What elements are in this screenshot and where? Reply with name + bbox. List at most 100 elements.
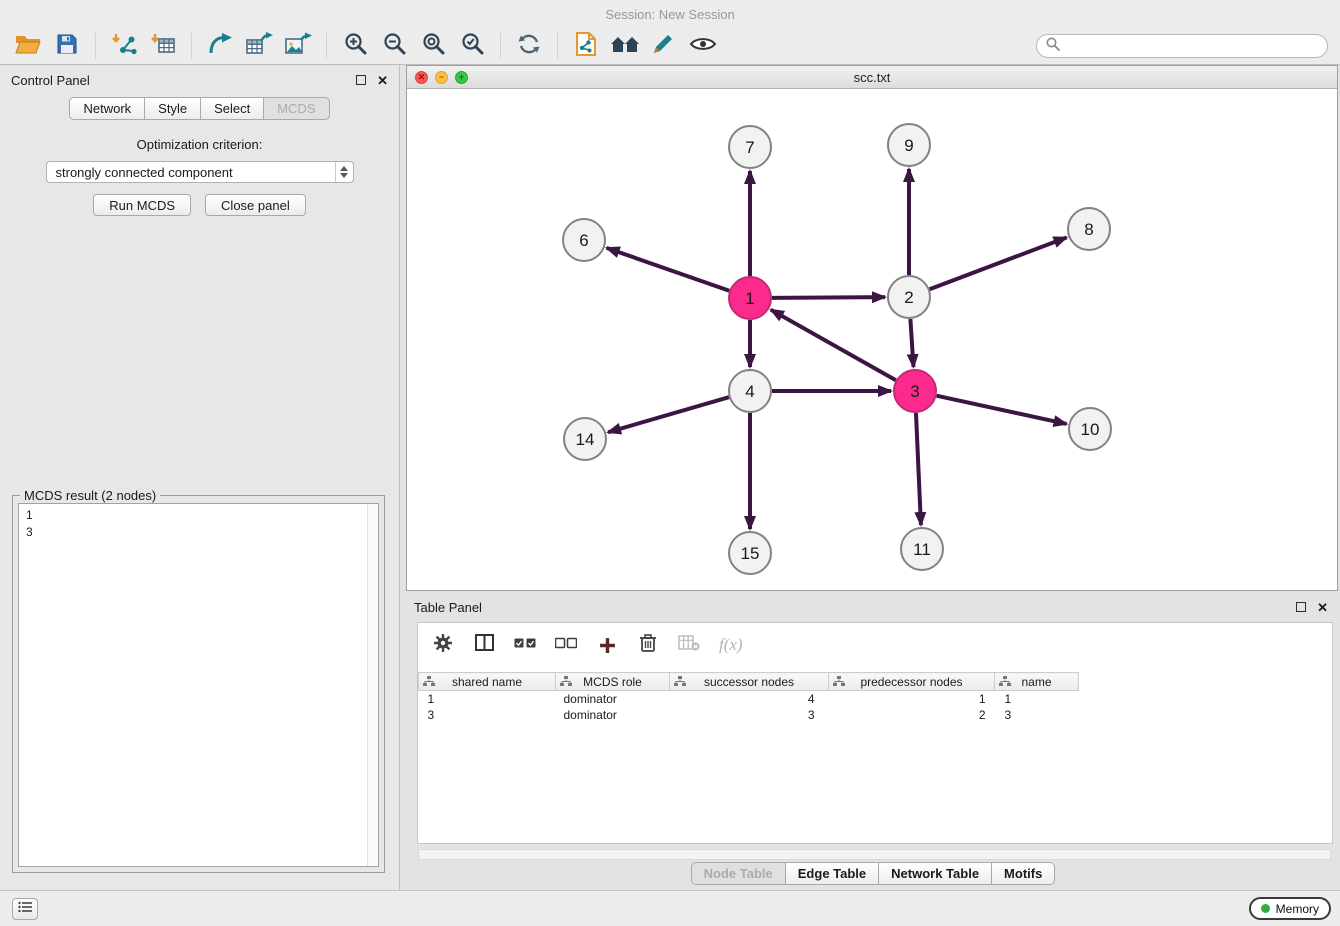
table-cell[interactable]: 4 [670,691,829,707]
import-network-button[interactable] [108,31,140,61]
column-header-name[interactable]: name [995,673,1079,691]
graph-edge-2-3[interactable] [910,319,913,367]
search-field[interactable] [1036,34,1328,58]
graph-edge-3-11[interactable] [916,413,921,525]
close-panel-icon[interactable]: ✕ [1317,601,1328,614]
tab-edge-table[interactable]: Edge Table [785,862,879,885]
graph-node-3[interactable]: 3 [894,370,936,412]
show-columns-button[interactable] [473,632,495,658]
delete-row-button[interactable] [637,632,659,658]
export-table-button[interactable] [243,31,275,61]
table-settings-button[interactable] [432,632,454,658]
delete-column-button[interactable] [678,632,700,658]
create-column-button[interactable] [596,632,618,658]
function-builder-button[interactable]: f(x) [719,632,743,658]
table-cell[interactable]: 1 [419,691,556,707]
graph-node-8[interactable]: 8 [1068,208,1110,250]
export-network-button[interactable] [204,31,236,61]
graph-edge-1-6[interactable] [607,248,730,291]
graph-node-10[interactable]: 10 [1069,408,1111,450]
table-row[interactable]: 3dominator323 [419,707,1333,723]
float-panel-icon[interactable] [1296,602,1306,612]
network-from-clipboard-button[interactable] [570,31,602,61]
close-panel-button[interactable]: Close panel [205,194,306,216]
tab-motifs[interactable]: Motifs [991,862,1055,885]
network-graph[interactable]: 7 9 6 8 1 2 4 3 14 10 15 11 [407,89,1337,590]
zoom-out-button[interactable] [378,31,410,61]
apply-style-button[interactable] [648,31,680,61]
open-session-button[interactable] [12,31,44,61]
column-header-mcds-role[interactable]: MCDS role [556,673,670,691]
graph-edge-4-14[interactable] [608,397,729,432]
deselect-all-button[interactable] [555,632,577,658]
table-cell[interactable]: dominator [556,691,670,707]
table-cell[interactable]: 2 [829,707,995,723]
result-scrollbar[interactable] [367,504,378,866]
svg-text:15: 15 [741,544,760,563]
graph-edge-3-10[interactable] [936,396,1066,424]
mcds-result-title: MCDS result (2 nodes) [20,488,160,503]
tab-network[interactable]: Network [69,97,145,120]
column-header-successor-nodes[interactable]: successor nodes [670,673,829,691]
task-history-button[interactable] [12,898,38,920]
table-horizontal-scrollbar[interactable] [418,849,1331,860]
table-row[interactable]: 1dominator411 [419,691,1333,707]
table-cell[interactable]: 1 [829,691,995,707]
show-hide-graphics-button[interactable] [687,31,719,61]
graph-node-2[interactable]: 2 [888,276,930,318]
tab-node-table[interactable]: Node Table [691,862,786,885]
criterion-dropdown[interactable]: strongly connected component [46,161,354,183]
column-header-shared-name[interactable]: shared name [419,673,556,691]
tab-network-table[interactable]: Network Table [878,862,992,885]
graph-node-4[interactable]: 4 [729,370,771,412]
svg-text:8: 8 [1084,220,1093,239]
window-minimize-icon[interactable]: − [435,71,448,84]
graph-node-11[interactable]: 11 [901,528,943,570]
graph-node-6[interactable]: 6 [563,219,605,261]
table-panel: Table Panel ✕ [406,594,1340,890]
graph-node-15[interactable]: 15 [729,532,771,574]
save-session-button[interactable] [51,31,83,61]
svg-text:14: 14 [576,430,595,449]
refresh-view-button[interactable] [513,31,545,61]
graph-node-9[interactable]: 9 [888,124,930,166]
zoom-fit-button[interactable] [417,31,449,61]
graph-node-7[interactable]: 7 [729,126,771,168]
network-canvas[interactable]: 7 9 6 8 1 2 4 3 14 10 15 11 [407,89,1337,590]
close-panel-icon[interactable]: ✕ [377,74,388,87]
table-cell[interactable]: 3 [995,707,1079,723]
select-all-button[interactable] [514,632,536,658]
window-zoom-icon[interactable]: + [455,71,468,84]
memory-button[interactable]: Memory [1249,897,1331,920]
graph-node-14[interactable]: 14 [564,418,606,460]
tab-select[interactable]: Select [200,97,264,120]
mcds-result-area[interactable]: 1 3 [18,503,379,867]
graph-edge-1-2[interactable] [772,297,885,298]
table-cell[interactable]: dominator [556,707,670,723]
svg-text:4: 4 [745,382,754,401]
graph-node-1[interactable]: 1 [729,277,771,319]
table-cell[interactable]: 1 [995,691,1079,707]
window-close-icon[interactable]: ✕ [415,71,428,84]
zoom-selected-button[interactable] [456,31,488,61]
svg-text:7: 7 [745,138,754,157]
table-cell[interactable]: 3 [670,707,829,723]
graph-edge-3-1[interactable] [771,310,896,380]
tab-mcds[interactable]: MCDS [263,97,329,120]
run-mcds-button[interactable]: Run MCDS [93,194,191,216]
search-input[interactable] [1066,39,1318,54]
node-table: shared name MCDS role successor nodes pr… [418,672,1332,723]
import-table-button[interactable] [147,31,179,61]
export-image-button[interactable] [282,31,314,61]
column-header-predecessor-nodes[interactable]: predecessor nodes [829,673,995,691]
tab-style[interactable]: Style [144,97,201,120]
table-cell[interactable]: 3 [419,707,556,723]
optimization-criterion-label: Optimization criterion: [0,137,399,152]
first-neighbors-button[interactable] [609,31,641,61]
network-window-titlebar[interactable]: ✕ − + scc.txt [407,66,1337,89]
float-panel-icon[interactable] [356,75,366,85]
zoom-in-button[interactable] [339,31,371,61]
svg-text:3: 3 [910,382,919,401]
graph-edge-2-8[interactable] [930,237,1067,289]
column-header-filler [1079,673,1333,691]
